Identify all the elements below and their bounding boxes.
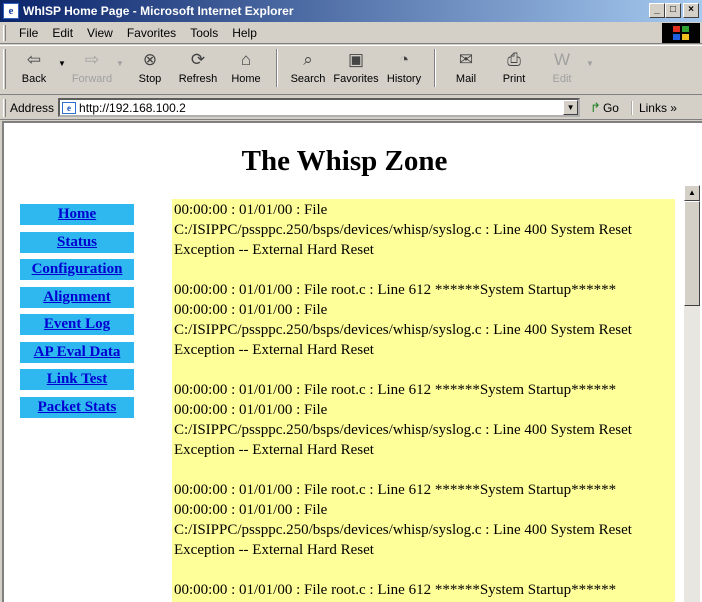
- stop-label: Stop: [138, 73, 162, 85]
- forward-dropdown-icon[interactable]: ▼: [116, 49, 126, 68]
- windows-logo-icon: [662, 23, 700, 43]
- nav-link-event-log[interactable]: Event Log: [20, 314, 134, 335]
- toolbar-grip[interactable]: [3, 49, 6, 89]
- nav-link-link-test[interactable]: Link Test: [20, 369, 134, 390]
- nav-link-home[interactable]: Home: [20, 204, 134, 225]
- back-label: Back: [21, 73, 47, 85]
- address-dropdown-icon[interactable]: ▼: [563, 100, 579, 115]
- nav-link-status[interactable]: Status: [20, 231, 134, 253]
- stop-button[interactable]: ⊗ Stop: [126, 49, 174, 91]
- menu-file[interactable]: File: [12, 26, 45, 40]
- edit-button[interactable]: W Edit: [538, 49, 586, 91]
- refresh-label: Refresh: [178, 73, 218, 85]
- page-title: The Whisp Zone: [241, 145, 448, 177]
- home-icon: ⌂: [240, 50, 252, 69]
- stop-icon: ⊗: [142, 50, 158, 69]
- history-label: History: [386, 73, 422, 85]
- toolbar-separator: [276, 49, 278, 87]
- forward-arrow-icon: ⇨: [84, 50, 100, 69]
- refresh-button[interactable]: ⟳ Refresh: [174, 49, 222, 91]
- mail-button[interactable]: ✉ Mail: [442, 49, 490, 91]
- title-bar: e WhISP Home Page - Microsoft Internet E…: [0, 0, 702, 22]
- history-button[interactable]: ◔ History: [380, 49, 428, 91]
- favorites-icon: ▣: [347, 50, 365, 69]
- back-button[interactable]: ⇦ Back: [10, 49, 58, 91]
- page-viewport: The Whisp Zone Home Status Configuration…: [2, 121, 702, 602]
- log-entry: 00:00:00 : 01/01/00 : File root.c : Line…: [174, 382, 632, 458]
- address-bar: Address e http://192.168.100.2 ▼ ↱ Go Li…: [0, 96, 702, 120]
- menu-help[interactable]: Help: [225, 26, 264, 40]
- back-dropdown-icon[interactable]: ▼: [58, 49, 68, 68]
- menu-grip[interactable]: [3, 24, 6, 41]
- mail-icon: ✉: [458, 50, 474, 69]
- history-icon: ◔: [398, 50, 410, 69]
- maximize-button[interactable]: □: [665, 3, 681, 18]
- nav-link-configuration[interactable]: Configuration: [20, 259, 134, 280]
- log-entry: 00:00:00 : 01/01/00 : File root.c : Line…: [174, 482, 632, 558]
- go-arrow-icon: ↱: [590, 99, 601, 115]
- mail-label: Mail: [455, 73, 477, 85]
- nav-link-ap-eval-data[interactable]: AP Eval Data: [20, 341, 134, 363]
- home-button[interactable]: ⌂ Home: [222, 49, 270, 91]
- forward-label: Forward: [71, 73, 113, 85]
- favorites-label: Favorites: [333, 73, 379, 85]
- address-label: Address: [10, 100, 55, 115]
- log-entry: 00:00:00 : 01/01/00 : File root.c : Line…: [174, 282, 632, 358]
- nav-link-alignment[interactable]: Alignment: [20, 286, 134, 308]
- menu-edit[interactable]: Edit: [45, 26, 80, 40]
- standard-toolbar: ⇦ Back ▼ ⇨ Forward ▼ ⊗ Stop ⟳ Refresh ⌂ …: [0, 45, 702, 95]
- favorites-button[interactable]: ▣ Favorites: [332, 49, 380, 91]
- print-button[interactable]: ⎙ Print: [490, 49, 538, 91]
- vertical-scrollbar[interactable]: ▲: [684, 185, 700, 602]
- address-url[interactable]: http://192.168.100.2: [79, 101, 186, 115]
- go-button[interactable]: ↱ Go: [590, 100, 619, 116]
- edit-dropdown-icon[interactable]: ▼: [586, 49, 596, 68]
- printer-icon: ⎙: [507, 50, 521, 69]
- menu-tools[interactable]: Tools: [183, 26, 225, 40]
- print-label: Print: [502, 73, 526, 85]
- address-grip[interactable]: [3, 98, 6, 117]
- home-label: Home: [231, 73, 261, 85]
- forward-button[interactable]: ⇨ Forward: [68, 49, 116, 91]
- window-title: WhISP Home Page - Microsoft Internet Exp…: [23, 4, 294, 18]
- search-button[interactable]: ⌕ Search: [284, 49, 332, 91]
- menu-view[interactable]: View: [80, 26, 120, 40]
- event-log: 00:00:00 : 01/01/00 : File C:/ISIPPC/pss…: [172, 199, 675, 602]
- window-controls: _ □ ×: [649, 3, 699, 18]
- edit-label: Edit: [552, 73, 572, 85]
- address-input[interactable]: e http://192.168.100.2 ▼: [58, 98, 581, 117]
- go-label: Go: [602, 100, 619, 115]
- close-button[interactable]: ×: [683, 3, 699, 18]
- scroll-up-button[interactable]: ▲: [684, 185, 700, 201]
- back-arrow-icon: ⇦: [26, 50, 42, 69]
- nav-menu: Home Status Configuration Alignment Even…: [20, 204, 134, 424]
- refresh-icon: ⟳: [190, 50, 206, 69]
- menu-favorites[interactable]: Favorites: [120, 26, 183, 40]
- search-icon: ⌕: [303, 50, 313, 69]
- minimize-button[interactable]: _: [649, 3, 665, 18]
- log-entry: 00:00:00 : 01/01/00 : File C:/ISIPPC/pss…: [174, 202, 632, 258]
- log-entry: 00:00:00 : 01/01/00 : File root.c : Line…: [174, 582, 617, 598]
- search-label: Search: [290, 73, 326, 85]
- edit-icon: W: [553, 50, 571, 69]
- page-icon: e: [62, 101, 77, 114]
- nav-link-packet-stats[interactable]: Packet Stats: [20, 396, 134, 418]
- toolbar-separator: [434, 49, 436, 87]
- internet-explorer-icon: e: [3, 3, 19, 19]
- scroll-thumb[interactable]: [684, 201, 700, 306]
- links-button[interactable]: Links »: [630, 100, 677, 115]
- menu-bar: File Edit View Favorites Tools Help: [0, 22, 702, 44]
